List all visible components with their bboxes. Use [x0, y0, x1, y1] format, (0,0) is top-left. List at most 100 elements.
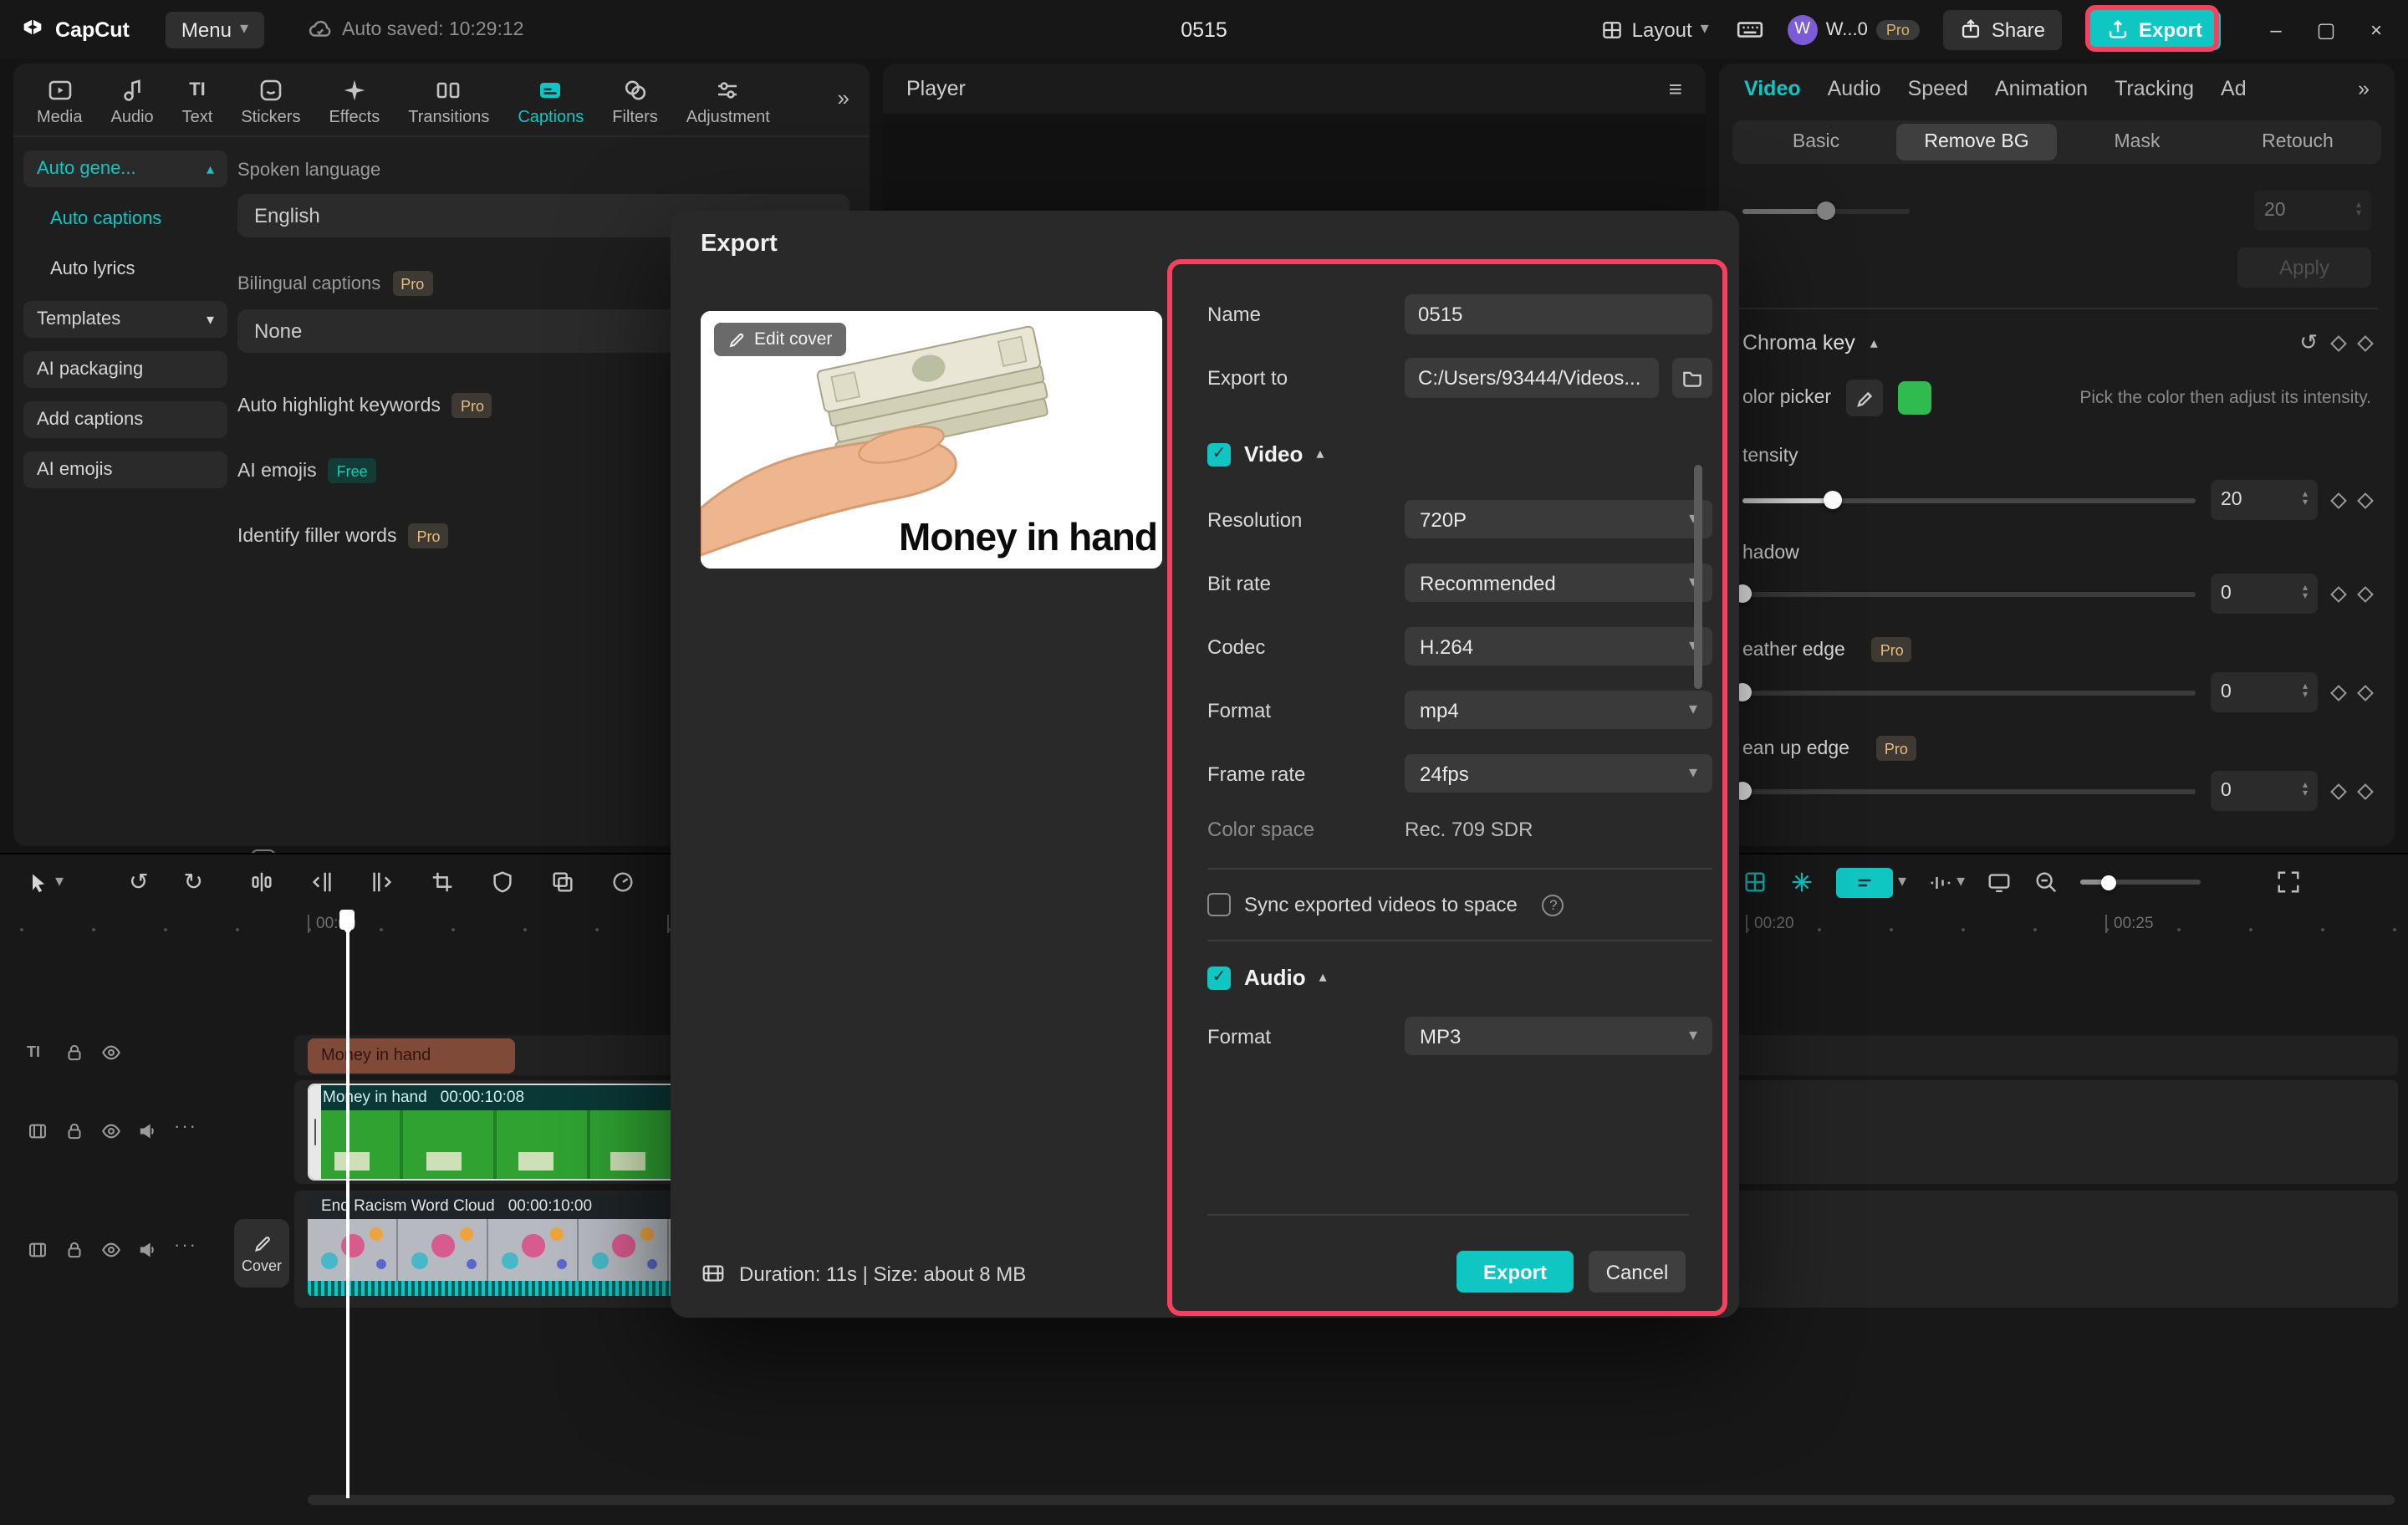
codec-select[interactable]: H.264 ▾ — [1405, 627, 1712, 666]
maximize-button[interactable]: ▢ — [2301, 18, 2351, 41]
ribbon-expand-icon[interactable]: » — [838, 85, 849, 127]
keyframe-prev-icon[interactable] — [2330, 585, 2347, 602]
export-path-input[interactable] — [1405, 358, 1659, 398]
audio-waveform-button[interactable]: ▾ — [1928, 870, 1965, 894]
keyframe-prev-icon[interactable] — [2330, 684, 2347, 701]
keyframe-prev-icon[interactable] — [2330, 334, 2347, 351]
speed-button[interactable] — [610, 870, 635, 895]
chevron-up-icon[interactable]: ▴ — [1319, 968, 1327, 987]
minimize-button[interactable]: – — [2251, 18, 2301, 41]
edit-cover-button[interactable]: Edit cover — [714, 323, 846, 356]
dialog-scrollbar[interactable] — [1694, 465, 1702, 689]
select-tool-button[interactable]: ▾ — [27, 870, 64, 894]
tab-adjustment[interactable]: Adjustment — [686, 77, 770, 127]
sidebar-item-add-captions[interactable]: Add captions — [23, 401, 227, 438]
keyframe-prev-icon[interactable] — [2330, 783, 2347, 799]
shadow-value-box[interactable]: 0 ▴ ▾ — [2211, 574, 2318, 614]
tab-adjustment-insp[interactable]: Ad — [2221, 77, 2247, 100]
cover-button[interactable]: Cover — [234, 1219, 289, 1288]
tabs-expand-icon[interactable]: » — [2358, 77, 2370, 100]
timeline-scrollbar[interactable] — [308, 1495, 2395, 1505]
crop-button[interactable] — [429, 870, 454, 895]
preview-quality-icon[interactable] — [1987, 870, 2012, 895]
framerate-select[interactable]: 24fps ▾ — [1405, 754, 1712, 793]
timeline-zoom-slider[interactable] — [2080, 875, 2201, 890]
intensity-slider[interactable] — [1742, 491, 2196, 509]
sidebar-item-auto-lyrics[interactable]: Auto lyrics — [23, 251, 227, 288]
smart-tools-icon[interactable] — [1742, 870, 1768, 895]
speaker-icon[interactable] — [137, 1120, 159, 1142]
intensity-value-box[interactable]: 20 ▴ ▾ — [2211, 480, 2318, 520]
subtab-basic[interactable]: Basic — [1736, 124, 1896, 161]
export-cover-preview[interactable]: Money in hand Edit cover — [701, 311, 1162, 569]
eyedropper-button[interactable] — [1846, 380, 1884, 416]
more-icon[interactable]: ··· — [174, 1117, 197, 1137]
playhead-handle[interactable] — [339, 910, 355, 935]
zoom-out-icon[interactable] — [2033, 870, 2059, 895]
stepper-icons[interactable]: ▴ ▾ — [2356, 201, 2361, 219]
tab-stickers[interactable]: Stickers — [241, 77, 300, 127]
trim-right-button[interactable] — [369, 870, 394, 895]
lock-icon[interactable] — [64, 1120, 85, 1142]
tab-speed[interactable]: Speed — [1908, 77, 1968, 100]
account-chip[interactable]: W W...0 Pro — [1787, 14, 1920, 44]
browse-folder-button[interactable] — [1672, 358, 1712, 398]
size-value-box[interactable]: 20 ▴ ▾ — [2254, 191, 2371, 231]
more-icon[interactable]: ··· — [174, 1236, 197, 1256]
video-checkbox[interactable]: ✓ — [1207, 442, 1231, 466]
text-clip[interactable]: Money in hand — [308, 1038, 515, 1074]
tab-transitions[interactable]: Transitions — [408, 77, 489, 127]
eye-icon[interactable] — [100, 1042, 122, 1063]
sync-checkbox[interactable] — [1207, 893, 1231, 916]
sidebar-item-ai-emojis[interactable]: AI emojis — [23, 451, 227, 488]
lock-icon[interactable] — [64, 1042, 85, 1063]
clip-trim-handle-left[interactable] — [309, 1085, 321, 1179]
audio-checkbox[interactable]: ✓ — [1207, 966, 1231, 989]
apply-button[interactable]: Apply — [2237, 247, 2371, 288]
layout-button[interactable]: Layout ▾ — [1600, 18, 1709, 41]
stepper-icons[interactable]: ▴ ▾ — [2303, 682, 2308, 701]
sidebar-item-templates[interactable]: Templates ▾ — [23, 301, 227, 338]
subtab-remove-bg[interactable]: Remove BG — [1896, 124, 2057, 161]
eye-icon[interactable] — [100, 1239, 122, 1261]
stepper-icons[interactable]: ▴ ▾ — [2303, 584, 2308, 602]
mask-button[interactable] — [489, 870, 514, 895]
tab-audio-insp[interactable]: Audio — [1828, 77, 1881, 100]
bitrate-select[interactable]: Recommended ▾ — [1405, 564, 1712, 602]
tab-video[interactable]: Video — [1744, 77, 1801, 100]
keyframe-prev-icon[interactable] — [2330, 492, 2347, 508]
keyframe-add-icon[interactable] — [2357, 492, 2374, 508]
chevron-up-icon[interactable]: ▴ — [1316, 445, 1324, 463]
dialog-export-button[interactable]: Export — [1457, 1251, 1574, 1293]
close-button[interactable]: × — [2351, 18, 2401, 41]
subtab-mask[interactable]: Mask — [2057, 124, 2217, 161]
feather-slider[interactable] — [1733, 683, 2196, 701]
fit-timeline-icon[interactable] — [2276, 870, 2301, 895]
tab-effects[interactable]: Effects — [329, 77, 380, 127]
size-slider[interactable] — [1742, 201, 1910, 220]
feather-value-box[interactable]: 0 ▴ ▾ — [2211, 672, 2318, 712]
undo-button[interactable]: ↺ — [129, 868, 148, 896]
sync-row[interactable]: Sync exported videos to space ? — [1207, 893, 1712, 916]
subtab-retouch[interactable]: Retouch — [2217, 124, 2378, 161]
tab-tracking[interactable]: Tracking — [2115, 77, 2194, 100]
freeze-icon[interactable] — [1789, 870, 1814, 895]
keyframe-add-icon[interactable] — [2357, 334, 2374, 351]
chroma-key-header[interactable]: Chroma key ▴ ↺ — [1719, 329, 2395, 356]
sidebar-item-ai-packaging[interactable]: AI packaging — [23, 351, 227, 388]
cleanup-value-box[interactable]: 0 ▴ ▾ — [2211, 771, 2318, 811]
tab-text[interactable]: TI Text — [182, 77, 213, 127]
reset-icon[interactable]: ↺ — [2299, 329, 2318, 356]
playhead[interactable] — [339, 910, 355, 1498]
keyframe-add-icon[interactable] — [2357, 783, 2374, 799]
keyframe-add-icon[interactable] — [2357, 585, 2374, 602]
cleanup-slider[interactable] — [1733, 782, 2196, 800]
split-button[interactable] — [248, 870, 273, 895]
info-icon[interactable]: ? — [1542, 894, 1564, 916]
share-button[interactable]: Share — [1942, 9, 2062, 49]
tab-filters[interactable]: Filters — [612, 77, 658, 127]
lock-icon[interactable] — [64, 1239, 85, 1261]
shortcuts-icon[interactable] — [1736, 15, 1764, 43]
audio-format-select[interactable]: MP3 ▾ — [1405, 1017, 1712, 1055]
speaker-icon[interactable] — [137, 1239, 159, 1261]
